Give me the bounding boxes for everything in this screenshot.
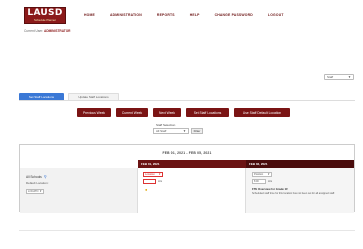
hours-input-tue[interactable]: 8:00 xyxy=(252,179,266,184)
nav-administration[interactable]: ADMINISTRATION xyxy=(110,13,142,17)
main-nav: HOME ADMINISTRATION REPORTS HELP CHANGE … xyxy=(84,13,284,17)
hours-row-tue: 8:00 Hrs xyxy=(252,179,272,184)
all-schools-row: All Schools ⚲ xyxy=(26,175,47,180)
hours-row-mon: Hrs xyxy=(143,179,162,184)
default-location-select[interactable]: LOCATN ▼ xyxy=(26,189,44,194)
all-schools-label: All Schools xyxy=(26,175,42,179)
use-default-location-button[interactable]: Use Staff Default Location xyxy=(234,108,290,117)
day-header-tue: FEB 02, 2021 xyxy=(246,160,354,168)
fte-note-title: FTE Overview for Grade 1F xyxy=(252,187,288,191)
tab-bar: Set Staff Locations Update Staff Locatio… xyxy=(19,93,119,100)
chevron-down-icon: ▼ xyxy=(348,75,351,79)
position-select-value: Position xyxy=(254,173,264,176)
week-actions: Previous Week Current Week Next Week Set… xyxy=(77,108,290,117)
chevron-down-icon: ▼ xyxy=(267,173,270,176)
hours-suffix: Hrs xyxy=(158,180,163,183)
current-user: Current User: ADMINISTRATOR xyxy=(24,29,70,33)
day-header-mon: FEB 01, 2021 xyxy=(138,160,246,168)
chevron-down-icon: ▼ xyxy=(39,190,42,193)
chevron-down-icon: ▼ xyxy=(158,173,161,176)
footer-divider xyxy=(19,230,355,231)
staff-cell: All Schools ⚲ Default Location: LOCATN ▼ xyxy=(20,168,138,213)
logo-sub-text: Schedule Planner xyxy=(33,18,57,23)
nav-home[interactable]: HOME xyxy=(84,13,95,17)
staff-select[interactable]: All Staff ▼ xyxy=(153,128,189,134)
location-select-value: Location xyxy=(145,173,155,176)
location-select-mon[interactable]: Location ▼ xyxy=(143,172,163,177)
position-select-tue[interactable]: Position ▼ xyxy=(252,172,272,177)
staff-select-value: All Staff xyxy=(156,129,167,133)
week-date-range: FEB 01, 2021 - FEB 05, 2021 xyxy=(162,151,212,155)
current-user-label: Current User: xyxy=(24,29,44,33)
next-week-button[interactable]: Next Week xyxy=(153,108,181,117)
nav-help[interactable]: HELP xyxy=(190,13,200,17)
current-week-button[interactable]: Current Week xyxy=(116,108,148,117)
nav-logout[interactable]: LOGOUT xyxy=(268,13,284,17)
staff-selection-label: Staff Selection xyxy=(156,123,176,127)
logo-main-text: LAUSD xyxy=(27,8,63,19)
tab-divider xyxy=(19,100,355,101)
hours-suffix: Hrs xyxy=(268,180,273,183)
previous-week-button[interactable]: Previous Week xyxy=(77,108,111,117)
app-logo[interactable]: LAUSD Schedule Planner xyxy=(24,7,66,24)
view-select[interactable]: Staff ▼ xyxy=(324,74,354,80)
tab-update-staff-locations[interactable]: Update Staff Locations xyxy=(68,93,119,100)
nav-reports[interactable]: REPORTS xyxy=(157,13,175,17)
filter-button[interactable]: Filter xyxy=(191,128,203,134)
day-cell-tue: Position ▼ 8:00 Hrs FTE Overview for Gra… xyxy=(246,168,354,213)
set-staff-locations-button[interactable]: Set Staff Locations xyxy=(186,108,229,117)
warning-icon: ● xyxy=(145,187,148,192)
page: LAUSD Schedule Planner HOME ADMINISTRATI… xyxy=(0,0,363,249)
map-pin-icon[interactable]: ⚲ xyxy=(44,175,47,179)
default-location-label: Default Location: xyxy=(26,181,49,185)
hours-input-mon[interactable] xyxy=(143,179,156,184)
view-select-value: Staff xyxy=(327,75,334,79)
default-location-value: LOCATN xyxy=(28,190,39,193)
tab-set-staff-locations[interactable]: Set Staff Locations xyxy=(19,93,64,100)
schedule-panel: FEB 01, 2021 - FEB 05, 2021 FEB 01, 2021… xyxy=(19,144,355,213)
fte-note: Scheduled staff time for this location h… xyxy=(252,192,335,195)
current-user-name: ADMINISTRATOR xyxy=(44,29,71,33)
nav-change-password[interactable]: CHANGE PASSWORD xyxy=(215,13,253,17)
chevron-down-icon: ▼ xyxy=(183,129,186,133)
day-cell-mon: Location ▼ Hrs ● xyxy=(138,168,246,213)
